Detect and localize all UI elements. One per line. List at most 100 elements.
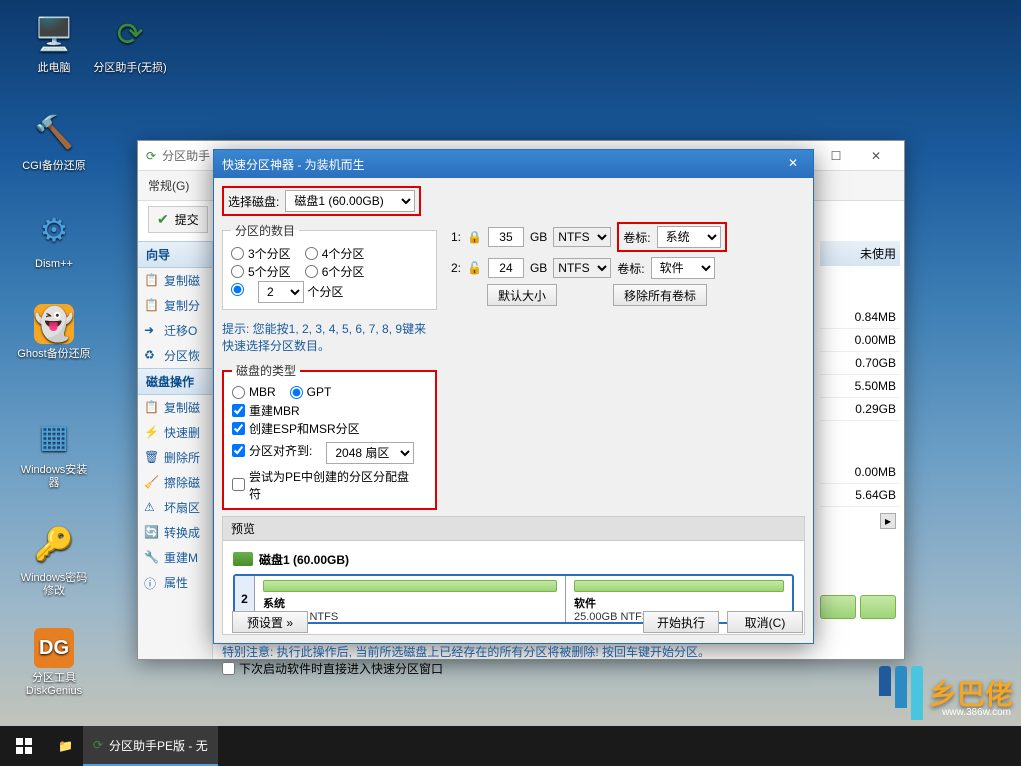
- sidebar-item[interactable]: 🧹擦除磁: [138, 470, 212, 495]
- desktop-icon-ghost[interactable]: 👻Ghost备份还原: [16, 304, 92, 361]
- disk-name: 磁盘1 (60.00GB): [259, 551, 349, 568]
- radio-gpt[interactable]: GPT: [290, 385, 332, 399]
- folder-icon: 📁: [58, 739, 73, 753]
- fs-select-2[interactable]: NTFS: [553, 258, 611, 278]
- start-button[interactable]: [0, 726, 48, 766]
- size-value: 0.00MB: [820, 329, 900, 352]
- remove-labels-button[interactable]: 移除所有卷标: [613, 284, 707, 306]
- radio-5[interactable]: 5个分区: [231, 263, 291, 280]
- close-button[interactable]: ✕: [856, 142, 896, 170]
- key-icon: 🔑: [30, 520, 78, 568]
- align-select[interactable]: 2048 扇区: [326, 442, 414, 464]
- cancel-button[interactable]: 取消(C): [727, 611, 803, 633]
- partition-row-1: 1: 🔒 GB NTFS 卷标: 系统: [447, 222, 805, 252]
- volume-select-2[interactable]: 软件: [651, 257, 715, 279]
- ghost-icon: 👻: [34, 304, 74, 344]
- select-disk-dropdown[interactable]: 磁盘1 (60.00GB): [285, 190, 415, 212]
- sidebar: 向导 📋复制磁 📋复制分 ➜迁移O ♻分区恢 磁盘操作 📋复制磁 ⚡快速删 🗑删…: [138, 241, 213, 659]
- chevron-icon: »: [286, 616, 293, 630]
- lock-icon[interactable]: 🔓: [467, 261, 482, 275]
- sidebar-item[interactable]: 📋复制磁: [138, 268, 212, 293]
- convert-icon: 🔄: [144, 525, 160, 541]
- radio-6[interactable]: 6个分区: [305, 263, 365, 280]
- partition-count-group: 分区的数目 3个分区4个分区 5个分区6个分区 2 个分区: [222, 222, 437, 310]
- sidebar-item[interactable]: 🗑删除所: [138, 445, 212, 470]
- size-value: 0.29GB: [820, 398, 900, 421]
- radio-4[interactable]: 4个分区: [305, 245, 365, 262]
- scroll-right-icon[interactable]: ▸: [880, 513, 896, 529]
- lock-icon[interactable]: 🔒: [467, 230, 482, 244]
- sidebar-item[interactable]: 🔧重建M: [138, 545, 212, 570]
- desktop-icon-wininst[interactable]: ▦Windows安装器: [16, 412, 92, 490]
- taskbar-explorer[interactable]: 📁: [48, 726, 83, 766]
- right-column: 未使用 0.84MB 0.00MB 0.70GB 5.50MB 0.29GB 0…: [820, 241, 900, 649]
- radio-custom[interactable]: [231, 283, 244, 296]
- radio-3[interactable]: 3个分区: [231, 245, 291, 262]
- desktop-icon-dism[interactable]: ⚙Dism++: [16, 206, 92, 271]
- cb-auto-open[interactable]: 下次启动软件时直接进入快速分区窗口: [222, 660, 443, 677]
- partition-count-legend: 分区的数目: [231, 222, 299, 239]
- start-button[interactable]: 开始执行: [643, 611, 719, 633]
- cb-esp-msr[interactable]: 创建ESP和MSR分区: [232, 420, 360, 437]
- dialog-close-button[interactable]: ✕: [781, 154, 805, 174]
- default-size-button[interactable]: 默认大小: [487, 284, 557, 306]
- gear-icon: ⚙: [30, 206, 78, 254]
- select-disk-group: 选择磁盘: 磁盘1 (60.00GB): [222, 186, 421, 216]
- app-icon: ⟳: [93, 738, 103, 752]
- installer-icon: ▦: [30, 412, 78, 460]
- menu-general[interactable]: 常规(G): [148, 177, 189, 194]
- desktop-icon-dg[interactable]: DG分区工具DiskGenius: [16, 628, 92, 698]
- size-value: 5.64GB: [820, 484, 900, 507]
- delete-icon: ⚡: [144, 425, 160, 441]
- taskbar: 📁 ⟳分区助手PE版 - 无: [0, 726, 1021, 766]
- sidebar-item[interactable]: 📋复制磁: [138, 395, 212, 420]
- partition-icon: ⟳: [106, 10, 154, 58]
- partition-thumb[interactable]: [820, 595, 856, 619]
- warning-text: 特别注意: 执行此操作后, 当前所选磁盘上已经存在的所有分区将被删除! 按回车键…: [222, 643, 805, 660]
- sidebar-item[interactable]: ⚡快速删: [138, 420, 212, 445]
- desktop-icon-cgi[interactable]: 🔨CGI备份还原: [16, 108, 92, 173]
- delete-icon: 🗑: [144, 450, 160, 466]
- quick-partition-dialog: 快速分区神器 - 为装机而生 ✕ 选择磁盘: 磁盘1 (60.00GB) 分区的…: [213, 149, 814, 644]
- size-value: 0.84MB: [820, 306, 900, 329]
- hint-text: 提示: 您能按1, 2, 3, 4, 5, 6, 7, 8, 9键来快速选择分区…: [222, 316, 437, 362]
- size-input-1[interactable]: [488, 227, 524, 247]
- dialog-titlebar[interactable]: 快速分区神器 - 为装机而生 ✕: [214, 150, 813, 178]
- copy-icon: 📋: [144, 298, 160, 314]
- taskbar-app[interactable]: ⟳分区助手PE版 - 无: [83, 726, 218, 766]
- sidebar-item[interactable]: 📋复制分: [138, 293, 212, 318]
- copy-icon: 📋: [144, 273, 160, 289]
- cb-align[interactable]: 分区对齐到:: [232, 442, 312, 459]
- desktop-icon-pa[interactable]: ⟳分区助手(无损): [92, 10, 168, 75]
- desktop-icon-this-pc[interactable]: 🖥️此电脑: [16, 10, 92, 75]
- rebuild-icon: 🔧: [144, 550, 160, 566]
- sidebar-item[interactable]: ⚠坏扇区: [138, 495, 212, 520]
- copy-icon: 📋: [144, 400, 160, 416]
- partition-row-2: 2: 🔓 GB NTFS 卷标: 软件: [447, 257, 805, 279]
- sidebar-item[interactable]: ⓘ属性: [138, 570, 212, 595]
- app-icon: ⟳: [146, 149, 156, 163]
- maximize-button[interactable]: ☐: [816, 142, 856, 170]
- size-input-2[interactable]: [488, 258, 524, 278]
- fs-select-1[interactable]: NTFS: [553, 227, 611, 247]
- select-disk-label: 选择磁盘:: [228, 193, 279, 210]
- wipe-icon: 🧹: [144, 475, 160, 491]
- preset-button[interactable]: 预设置 »: [232, 611, 308, 633]
- sidebar-item[interactable]: 🔄转换成: [138, 520, 212, 545]
- apply-button[interactable]: ✔提交: [148, 206, 208, 233]
- desktop-icon-pwd[interactable]: 🔑Windows密码修改: [16, 520, 92, 598]
- cb-rebuild-mbr[interactable]: 重建MBR: [232, 402, 300, 419]
- props-icon: ⓘ: [144, 575, 160, 591]
- pc-icon: 🖥️: [30, 10, 78, 58]
- badsector-icon: ⚠: [144, 500, 160, 516]
- cb-pe-letter[interactable]: 尝试为PE中创建的分区分配盘符: [232, 468, 413, 502]
- dialog-footer: 预设置 » 开始执行 取消(C): [224, 611, 803, 633]
- sidebar-item[interactable]: ➜迁移O: [138, 318, 212, 343]
- custom-count-select[interactable]: 2: [258, 281, 304, 303]
- sidebar-item[interactable]: ♻分区恢: [138, 343, 212, 368]
- volume-select-1[interactable]: 系统: [657, 226, 721, 248]
- hammer-icon: 🔨: [30, 108, 78, 156]
- check-icon: ✔: [157, 211, 169, 228]
- partition-thumb[interactable]: [860, 595, 896, 619]
- radio-mbr[interactable]: MBR: [232, 385, 276, 399]
